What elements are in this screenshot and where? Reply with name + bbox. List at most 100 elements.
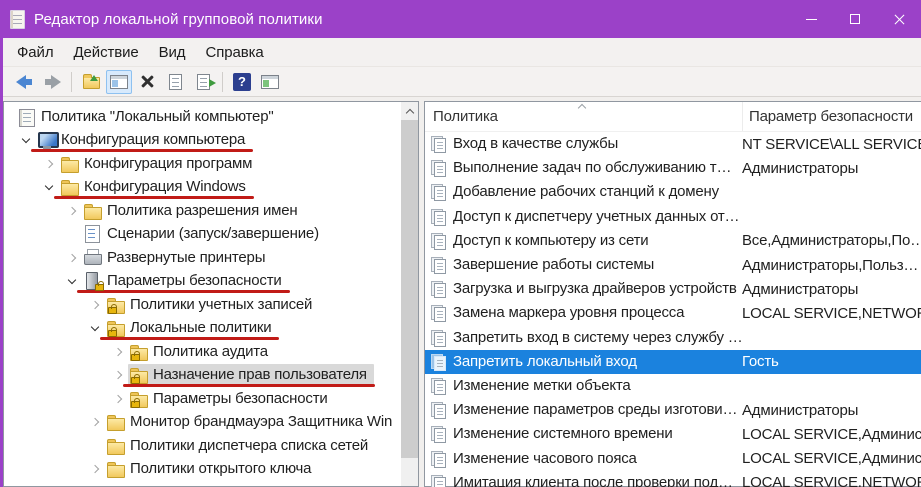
back-button[interactable] <box>11 70 37 94</box>
policy-row[interactable]: Имитация клиента после проверки под… LOC… <box>425 471 921 487</box>
tree-item[interactable]: Назначение прав пользователя <box>4 364 418 388</box>
gpedit-window: Редактор локальной групповой политики Фа… <box>0 0 921 487</box>
tree-item[interactable]: Политики ограниченного использован <box>4 481 418 486</box>
tree-item-label: Конфигурация компьютера <box>61 131 245 149</box>
tree-item-label: Политика аудита <box>153 343 268 361</box>
policy-icon <box>431 209 447 225</box>
tree-item-icon <box>38 131 56 149</box>
tree-item-icon <box>61 155 79 173</box>
tree-item-label: Конфигурация программ <box>84 155 252 173</box>
policy-icon <box>431 136 447 152</box>
menu-item-help[interactable]: Справка <box>195 40 273 65</box>
policy-row[interactable]: Добавление рабочих станций к домену <box>425 180 921 204</box>
policy-list: Вход в качестве службы NT SERVICE\ALL SE… <box>425 132 921 487</box>
expander-icon[interactable] <box>87 437 105 455</box>
tree-item[interactable]: Развернутые принтеры <box>4 246 418 270</box>
policy-row[interactable]: Изменение метки объекта <box>425 374 921 398</box>
expander-icon[interactable] <box>110 343 128 361</box>
expander-icon[interactable] <box>87 413 105 431</box>
tree-item[interactable]: Конфигурация программ <box>4 152 418 176</box>
new-window-button[interactable] <box>257 70 283 94</box>
delete-icon <box>140 74 155 89</box>
tree-item-icon <box>107 437 125 455</box>
expander-icon[interactable] <box>110 390 128 408</box>
policy-icon <box>431 378 447 394</box>
policy-row[interactable]: Загрузка и выгрузка драйверов устройств … <box>425 277 921 301</box>
policy-row[interactable]: Выполнение задач по обслуживанию т… Адми… <box>425 156 921 180</box>
policy-row[interactable]: Завершение работы системы Администраторы… <box>425 253 921 277</box>
help-button[interactable] <box>229 70 255 94</box>
expander-icon[interactable] <box>87 484 105 486</box>
console-tree-icon <box>110 75 128 89</box>
tree-item[interactable]: Политики открытого ключа <box>4 458 418 482</box>
tree-scrollbar[interactable] <box>401 102 418 486</box>
expander-icon[interactable] <box>41 155 59 173</box>
expander-icon[interactable] <box>87 319 105 337</box>
tree-item-label: Политика разрешения имен <box>107 202 298 220</box>
new-window-icon <box>261 75 279 89</box>
tree-item[interactable]: Сценарии (запуск/завершение) <box>4 223 418 247</box>
policy-row[interactable]: Запретить вход в систему через службу … <box>425 326 921 350</box>
expander-icon[interactable] <box>64 225 82 243</box>
policy-icon <box>431 402 447 418</box>
policy-row[interactable]: Доступ к компьютеру из сети Все,Админист… <box>425 229 921 253</box>
policy-name: Запретить локальный вход <box>453 353 637 371</box>
tree-item[interactable]: Конфигурация Windows <box>4 176 418 200</box>
main-area: Политика "Локальный компьютер" Конфигура… <box>3 97 921 487</box>
tree-item[interactable]: Параметры безопасности <box>4 270 418 294</box>
delete-button[interactable] <box>134 70 160 94</box>
tree-item[interactable]: Политика разрешения имен <box>4 199 418 223</box>
policy-name: Выполнение задач по обслуживанию т… <box>453 159 731 177</box>
policy-row[interactable]: Изменение параметров среды изготови… Адм… <box>425 398 921 422</box>
up-one-level-button[interactable] <box>78 70 104 94</box>
policy-icon <box>431 451 447 467</box>
toolbar-separator <box>222 72 223 92</box>
tree-item[interactable]: Монитор брандмауэра Защитника Win <box>4 411 418 435</box>
policy-icon <box>431 475 447 487</box>
expander-icon[interactable] <box>87 296 105 314</box>
expander-icon[interactable] <box>87 460 105 478</box>
tree-item-icon <box>107 296 125 314</box>
expander-icon[interactable] <box>41 178 59 196</box>
policy-name: Добавление рабочих станций к домену <box>453 183 719 201</box>
lock-icon <box>95 284 104 291</box>
tree-item[interactable]: Конфигурация компьютера <box>4 129 418 153</box>
policy-row[interactable]: Изменение часового пояса LOCAL SERVICE,А… <box>425 446 921 470</box>
policy-row[interactable]: Вход в качестве службы NT SERVICE\ALL SE… <box>425 132 921 156</box>
minimize-button[interactable] <box>789 0 833 38</box>
scroll-up-button[interactable] <box>401 102 418 120</box>
tree-item-label: Сценарии (запуск/завершение) <box>107 225 319 243</box>
tree-item-label: Параметры безопасности <box>107 272 282 290</box>
menu-item-action[interactable]: Действие <box>63 40 148 65</box>
menu-item-file[interactable]: Файл <box>7 40 63 65</box>
forward-button[interactable] <box>39 70 65 94</box>
expander-icon[interactable] <box>110 366 128 384</box>
tree-item[interactable]: Политики учетных записей <box>4 293 418 317</box>
tree-item[interactable]: Параметры безопасности <box>4 387 418 411</box>
properties-button[interactable] <box>162 70 188 94</box>
policy-row[interactable]: Замена маркера уровня процесса LOCAL SER… <box>425 301 921 325</box>
policy-name: Завершение работы системы <box>453 256 654 274</box>
policy-row[interactable]: Запретить локальный вход Гость <box>425 350 921 374</box>
tree-item[interactable]: Политики диспетчера списка сетей <box>4 434 418 458</box>
column-header-security-setting[interactable]: Параметр безопасности <box>742 102 921 131</box>
lock-icon <box>108 330 117 337</box>
show-console-tree-button[interactable] <box>106 70 132 94</box>
close-button[interactable] <box>877 0 921 38</box>
expander-icon[interactable] <box>64 249 82 267</box>
policy-setting: LOCAL SERVICE,Админис… <box>742 426 921 443</box>
policy-row[interactable]: Доступ к диспетчеру учетных данных от… <box>425 205 921 229</box>
scrollbar-thumb[interactable] <box>401 120 418 458</box>
menu-item-view[interactable]: Вид <box>149 40 196 65</box>
tree-item[interactable]: Политика "Локальный компьютер" <box>4 105 418 129</box>
expander-icon[interactable] <box>18 131 36 149</box>
maximize-button[interactable] <box>833 0 877 38</box>
expander-icon[interactable] <box>64 202 82 220</box>
policy-setting: Администраторы <box>742 402 921 419</box>
export-list-button[interactable] <box>190 70 216 94</box>
tree-item[interactable]: Локальные политики <box>4 317 418 341</box>
toolbar <box>3 67 921 97</box>
policy-row[interactable]: Изменение системного времени LOCAL SERVI… <box>425 422 921 446</box>
tree-item[interactable]: Политика аудита <box>4 340 418 364</box>
expander-icon[interactable] <box>64 272 82 290</box>
